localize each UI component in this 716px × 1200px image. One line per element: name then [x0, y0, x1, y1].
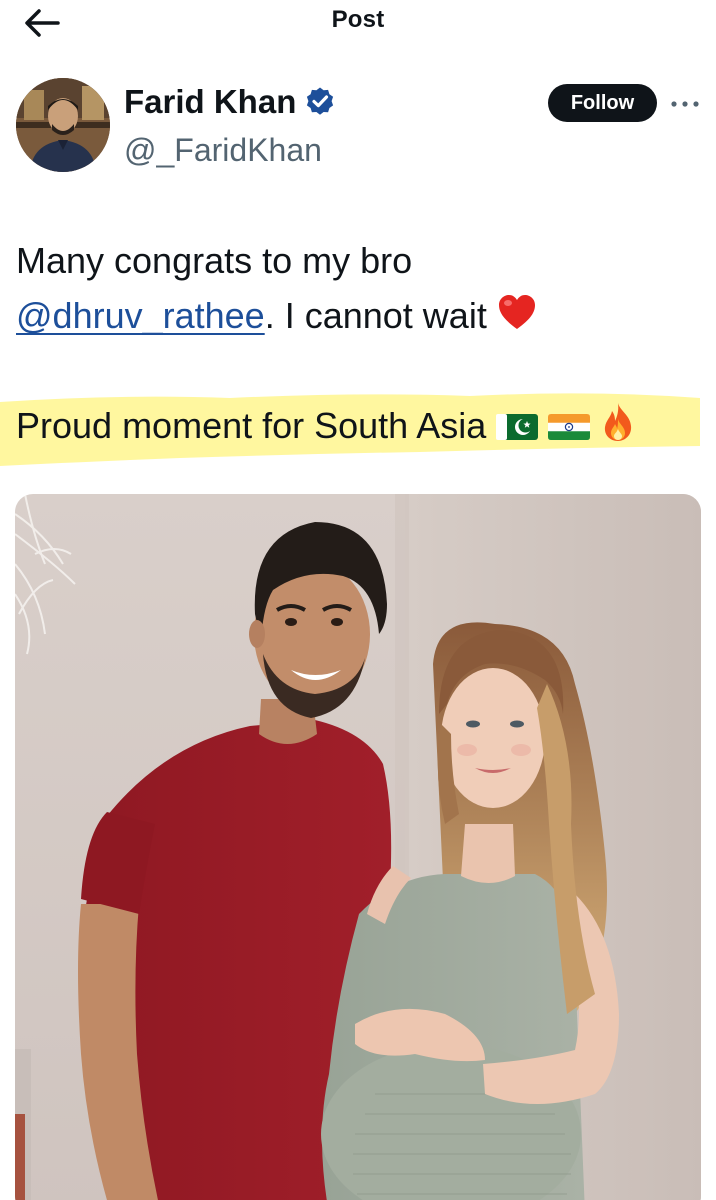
red-heart-icon	[498, 295, 535, 329]
post-page: Post Farid Khan @_FaridKhan Follow Many …	[0, 0, 716, 1200]
author-name[interactable]: Farid Khan	[124, 83, 296, 121]
fire-icon	[605, 403, 632, 441]
pakistan-flag-icon	[496, 414, 539, 440]
more-options-button[interactable]	[668, 92, 702, 116]
india-flag-icon	[548, 414, 591, 440]
follow-button[interactable]: Follow	[548, 84, 657, 122]
post-text-line-1: Many congrats to my bro	[16, 240, 413, 281]
avatar[interactable]	[16, 78, 110, 172]
mention-link[interactable]: @dhruv_rathee	[16, 295, 265, 336]
author-name-row: Farid Khan	[124, 82, 336, 122]
verified-badge-icon	[307, 87, 334, 115]
more-horizontal-icon	[671, 101, 699, 107]
post-text-line-2: @dhruv_rathee. I cannot wait	[16, 294, 537, 337]
page-title: Post	[331, 6, 385, 33]
post-text-line-2-rest: . I cannot wait	[264, 295, 487, 336]
post-photo[interactable]	[15, 494, 701, 1200]
post-text-line-3: Proud moment for South Asia	[16, 402, 636, 447]
author-handle[interactable]: @_FaridKhan	[124, 132, 322, 169]
post-text-line-3-text: Proud moment for South Asia	[16, 405, 487, 446]
top-bar: Post	[0, 0, 716, 44]
